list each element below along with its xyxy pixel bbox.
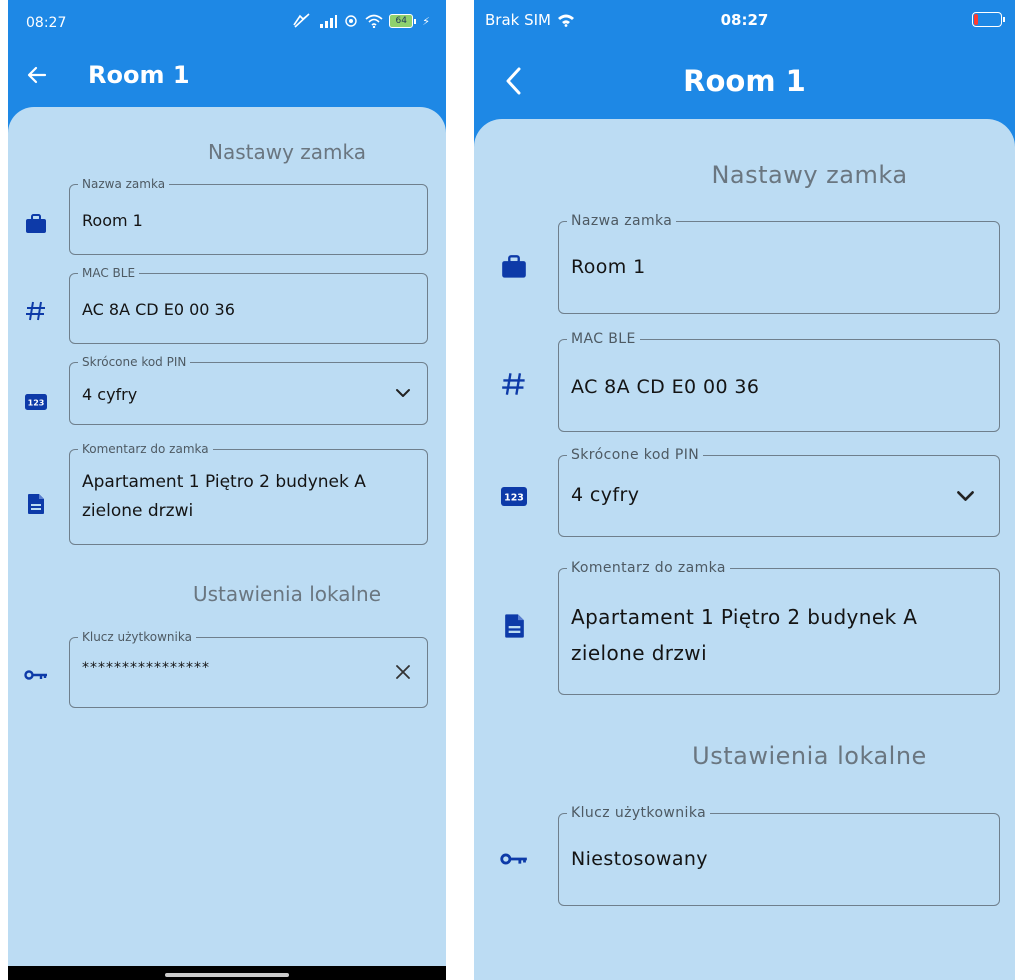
status-icons: 64 ⚡ [291, 13, 430, 29]
status-bar: 08:27 64 ⚡ [8, 0, 446, 46]
lock-comment-label: Komentarz do zamka [78, 441, 213, 457]
mac-ble-field[interactable]: MAC BLE AC 8A CD E0 00 36 [69, 265, 428, 344]
page-title: Room 1 [683, 64, 806, 98]
svg-text:123: 123 [28, 399, 45, 408]
mac-ble-value: AC 8A CD E0 00 36 [571, 376, 760, 398]
mac-ble-field[interactable]: MAC BLE AC 8A CD E0 00 36 [558, 330, 1000, 432]
page-title: Room 1 [88, 61, 190, 89]
ios-screen: Brak SIM 08:27 Room 1 Nastawy zamka Nazw… [474, 0, 1015, 980]
battery-icon: 64 [389, 14, 417, 28]
lock-comment-label: Komentarz do zamka [567, 559, 730, 577]
section-title-lock-settings: Nastawy zamka [207, 140, 366, 164]
user-key-label: Klucz użytkownika [78, 629, 196, 645]
lock-comment-value: Apartament 1 Piętro 2 budynek A zielone … [82, 472, 366, 521]
home-handle[interactable] [165, 973, 289, 977]
pin-length-select[interactable]: Skrócone kod PIN 4 cyfry [69, 354, 428, 425]
user-key-value: **************** [82, 660, 210, 676]
chevron-down-icon[interactable] [953, 484, 977, 508]
lock-name-label: Nazwa zamka [567, 212, 677, 230]
pin-length-value: 4 cyfry [82, 385, 138, 404]
lock-name-value: Room 1 [571, 256, 646, 278]
hash-icon [497, 367, 531, 401]
mac-ble-label: MAC BLE [567, 330, 640, 348]
lock-comment-field[interactable]: Komentarz do zamka Apartament 1 Piętro 2… [69, 441, 428, 545]
lock-name-field[interactable]: Nazwa zamka Room 1 [69, 176, 428, 255]
pin-length-select[interactable]: Skrócone kod PIN 4 cyfry [558, 446, 1000, 537]
user-key-field[interactable]: Klucz użytkownika Niestosowany [558, 804, 1000, 906]
signal-icon [320, 15, 338, 28]
pin-length-value: 4 cyfry [571, 484, 640, 506]
numbers-123-icon: 123 [22, 388, 50, 416]
document-icon [22, 490, 50, 518]
section-title-lock-settings: Nastawy zamka [711, 161, 908, 189]
key-icon [22, 661, 50, 689]
lock-name-value: Room 1 [82, 211, 143, 230]
hotspot-icon [345, 15, 357, 27]
section-title-local-settings: Ustawienia lokalne [692, 742, 927, 770]
chevron-down-icon[interactable] [393, 383, 413, 403]
svg-text:123: 123 [504, 492, 524, 503]
status-time: 08:27 [720, 11, 769, 29]
wifi-icon [365, 14, 383, 28]
user-key-value: Niestosowany [571, 848, 708, 870]
mac-ble-label: MAC BLE [78, 265, 140, 281]
user-key-field[interactable]: Klucz użytkownika **************** [69, 629, 428, 708]
back-arrow-icon[interactable] [26, 64, 48, 86]
settings-sheet: Nastawy zamka Nazwa zamka Room 1 MAC BLE… [474, 119, 1015, 980]
pin-length-label: Skrócone kod PIN [567, 446, 704, 464]
clear-icon[interactable] [393, 662, 413, 682]
android-screen: 08:27 64 ⚡ Room 1 Nastawy zamka Nazwa za… [8, 0, 446, 980]
lock-comment-value: Apartament 1 Piętro 2 budynek A zielone … [571, 605, 918, 665]
document-icon [497, 609, 531, 643]
key-icon [497, 842, 531, 876]
numbers-123-icon: 123 [497, 479, 531, 513]
briefcase-icon [497, 250, 531, 284]
mute-icon [293, 13, 310, 28]
lock-name-label: Nazwa zamka [78, 176, 170, 192]
settings-sheet: Nastawy zamka Nazwa zamka Room 1 MAC BLE… [8, 107, 446, 980]
app-bar: Room 1 [8, 46, 446, 104]
app-bar: Room 1 [474, 40, 1015, 122]
status-time: 08:27 [26, 15, 67, 31]
pin-length-label: Skrócone kod PIN [78, 354, 191, 370]
status-bar: Brak SIM 08:27 [474, 0, 1015, 40]
lock-comment-field[interactable]: Komentarz do zamka Apartament 1 Piętro 2… [558, 559, 1000, 695]
section-title-local-settings: Ustawienia lokalne [192, 582, 382, 606]
lock-name-field[interactable]: Nazwa zamka Room 1 [558, 212, 1000, 314]
battery-level: 64 [389, 14, 414, 28]
briefcase-icon [22, 210, 50, 238]
charging-icon: ⚡ [422, 14, 430, 28]
user-key-label: Klucz użytkownika [567, 804, 711, 822]
mac-ble-value: AC 8A CD E0 00 36 [82, 300, 235, 319]
hash-icon [22, 297, 50, 325]
battery-icon [972, 12, 1005, 27]
navigation-bar [8, 966, 446, 980]
